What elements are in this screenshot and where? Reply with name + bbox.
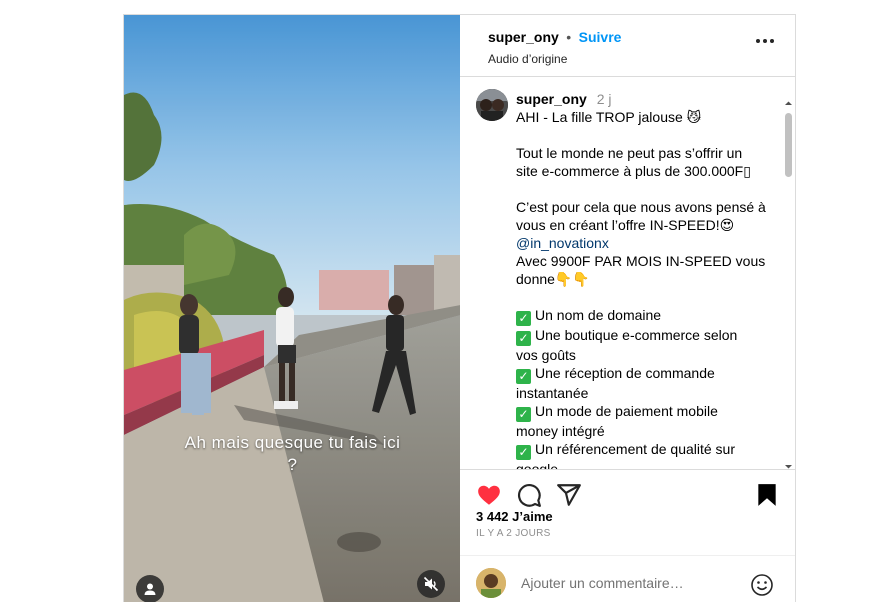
check-icon: ✓: [516, 445, 531, 460]
feature-text: google: [516, 461, 559, 469]
feature-text: vos goûts: [516, 347, 576, 363]
scroll-up-arrow-icon[interactable]: [784, 99, 793, 108]
feature-text: instantanée: [516, 385, 589, 401]
caption-line: Avec 9900F PAR MOIS IN-SPEED vous: [516, 253, 766, 269]
comments-area[interactable]: super_ony 2 j AHI - La fille TROP jalous…: [460, 77, 795, 469]
feature-text: Un nom de domaine: [535, 307, 662, 323]
audio-link[interactable]: Audio d’origine: [488, 52, 795, 66]
post-date[interactable]: IL Y A 2 JOURS: [476, 528, 551, 539]
bookmark-icon[interactable]: [754, 482, 780, 508]
post-caption: super_ony 2 j AHI - La fille TROP jalous…: [516, 90, 768, 469]
user-tag-button[interactable]: [136, 575, 164, 602]
check-icon: ✓: [516, 369, 531, 384]
post-header: super_ony • Suivre Audio d’origine: [460, 15, 795, 77]
add-comment-bar: Ajouter un commentaire…: [460, 555, 795, 602]
mention-link[interactable]: @in_novationx: [516, 234, 768, 252]
header-username[interactable]: super_ony: [488, 29, 559, 45]
feature-text: Une boutique e-commerce selon: [535, 327, 738, 343]
feature-text: Un référencement de qualité sur: [535, 441, 735, 457]
check-icon: ✓: [516, 311, 531, 326]
mute-button[interactable]: [417, 570, 445, 598]
caption-line: AHI - La fille TROP jalouse 😼: [516, 109, 702, 125]
video-caption-line1: Ah mais quesque tu fais ici: [184, 433, 401, 452]
feature-item: ✓ Une réception de commande: [516, 364, 768, 384]
check-icon: ✓: [516, 407, 531, 422]
video-player[interactable]: Ah mais quesque tu fais ici ?: [124, 15, 460, 602]
video-frame: [124, 15, 460, 602]
caption-username[interactable]: super_ony: [516, 91, 587, 107]
caption-line: site e-commerce à plus de 300.000F▯: [516, 163, 751, 179]
feature-text: Une réception de commande: [535, 365, 715, 381]
share-icon[interactable]: [556, 482, 582, 508]
video-caption-line2: ?: [287, 455, 298, 474]
comment-input[interactable]: Ajouter un commentaire…: [521, 575, 684, 591]
feature-item: ✓ Un mode de paiement mobile: [516, 402, 768, 422]
scroll-thumb[interactable]: [785, 113, 792, 177]
avatar[interactable]: [476, 89, 508, 121]
comments-scrollbar[interactable]: [784, 99, 793, 469]
avatar: [476, 568, 506, 598]
check-icon: ✓: [516, 331, 531, 346]
caption-line: C’est pour cela que nous avons pensé à: [516, 199, 766, 215]
mute-icon: [423, 576, 439, 592]
comment-icon[interactable]: [516, 482, 542, 508]
video-caption: Ah mais quesque tu fais ici ?: [124, 432, 460, 476]
feature-item: ✓ Un référencement de qualité sur: [516, 440, 768, 460]
likes-count[interactable]: 3 442 J’aime: [476, 509, 553, 524]
more-icon[interactable]: [755, 37, 775, 45]
header-separator: •: [566, 29, 572, 45]
feature-item: ✓ Une boutique e-commerce selon: [516, 326, 768, 346]
scroll-down-arrow-icon[interactable]: [784, 462, 793, 469]
feature-item: ✓ Un nom de domaine: [516, 306, 768, 326]
feature-text: Un mode de paiement mobile: [535, 403, 718, 419]
follow-button[interactable]: Suivre: [579, 29, 622, 45]
caption-time[interactable]: 2 j: [597, 91, 612, 107]
post-dialog: Ah mais quesque tu fais ici ? super_ony …: [123, 14, 796, 602]
caption-line: donne👇👇: [516, 271, 590, 287]
post-side-panel: super_ony • Suivre Audio d’origine super…: [460, 15, 795, 602]
profile-picture: [476, 89, 508, 121]
heart-icon[interactable]: [476, 482, 502, 508]
my-profile-picture: [476, 568, 506, 598]
user-tag-icon: [144, 583, 156, 595]
caption-line: Tout le monde ne peut pas s’offrir un: [516, 145, 743, 161]
caption-line: vous en créant l’offre IN-SPEED!😍: [516, 217, 735, 233]
feature-text: money intégré: [516, 423, 605, 439]
emoji-icon[interactable]: [750, 573, 774, 597]
